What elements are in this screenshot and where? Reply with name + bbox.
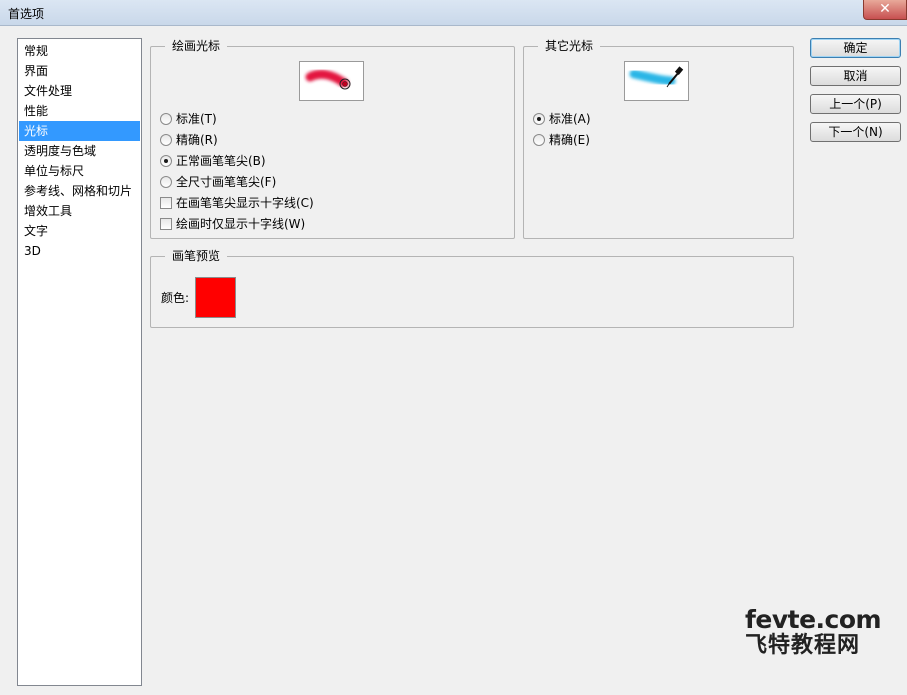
eyedropper-stroke-icon — [629, 66, 684, 88]
brush-preview-group: 画笔预览 颜色: — [150, 249, 794, 328]
next-button[interactable]: 下一个(N) — [810, 122, 901, 142]
window-title: 首选项 — [8, 7, 45, 21]
checkbox-crosshair-while-painting[interactable] — [160, 218, 172, 230]
crosshair-while-painting-label: 绘画时仅显示十字线(W) — [176, 217, 306, 231]
watermark-domain: fevte.com — [745, 605, 882, 634]
sidebar-item-transparency-gamut[interactable]: 透明度与色域 — [19, 141, 140, 161]
other-standard-label: 标准(A) — [549, 112, 591, 126]
previous-button[interactable]: 上一个(P) — [810, 94, 901, 114]
sidebar-item-guides-grid-slices[interactable]: 参考线、网格和切片 — [19, 181, 140, 201]
radio-precise-e[interactable] — [533, 134, 545, 146]
sidebar-item-units-rulers[interactable]: 单位与标尺 — [19, 161, 140, 181]
sidebar-item-plugins[interactable]: 增效工具 — [19, 201, 140, 221]
radio-normal-brush-tip[interactable] — [160, 155, 172, 167]
dialog-body: 常规 界面 文件处理 性能 光标 透明度与色域 单位与标尺 参考线、网格和切片 … — [0, 26, 907, 695]
painting-cursor-preview — [299, 61, 364, 101]
other-cursors-legend: 其它光标 — [538, 39, 601, 53]
painting-cursors-legend: 绘画光标 — [165, 39, 228, 53]
painting-full-size-tip-label: 全尺寸画笔笔尖(F) — [176, 175, 277, 189]
radio-precise-r[interactable] — [160, 134, 172, 146]
show-crosshair-label: 在画笔笔尖显示十字线(C) — [176, 196, 314, 210]
category-list[interactable]: 常规 界面 文件处理 性能 光标 透明度与色域 单位与标尺 参考线、网格和切片 … — [17, 38, 142, 686]
painting-standard-label: 标准(T) — [176, 112, 217, 126]
sidebar-item-type[interactable]: 文字 — [19, 221, 140, 241]
painting-normal-tip-label: 正常画笔笔尖(B) — [176, 154, 266, 168]
radio-standard-a[interactable] — [533, 113, 545, 125]
close-button[interactable]: ✕ — [863, 0, 907, 20]
ok-button[interactable]: 确定 — [810, 38, 901, 58]
sidebar-item-file-handling[interactable]: 文件处理 — [19, 81, 140, 101]
painting-cursors-group: 绘画光标 标准(T) 精确(R) 正常画笔笔尖(B) 全尺寸画笔笔尖(F) 在画… — [150, 39, 515, 239]
sidebar-item-interface[interactable]: 界面 — [19, 61, 140, 81]
brush-preview-legend: 画笔预览 — [165, 249, 228, 263]
sidebar-item-general[interactable]: 常规 — [19, 41, 140, 61]
close-icon: ✕ — [879, 1, 891, 17]
sidebar-item-3d[interactable]: 3D — [19, 241, 140, 261]
painting-precise-label: 精确(R) — [176, 133, 218, 147]
cancel-button[interactable]: 取消 — [810, 66, 901, 86]
sidebar-item-cursors[interactable]: 光标 — [19, 121, 140, 141]
sidebar-item-performance[interactable]: 性能 — [19, 101, 140, 121]
title-bar: 首选项 ✕ — [0, 0, 907, 26]
watermark-site-name: 飞特教程网 — [745, 633, 861, 658]
other-precise-label: 精确(E) — [549, 133, 590, 147]
other-cursors-group: 其它光标 标准(A) 精确(E) — [523, 39, 794, 239]
watermark: fevte.com 飞特教程网 — [745, 606, 903, 658]
brush-color-swatch[interactable] — [195, 277, 236, 318]
red-brush-stroke-icon — [305, 69, 351, 90]
checkbox-show-crosshair[interactable] — [160, 197, 172, 209]
other-cursor-preview — [624, 61, 689, 101]
color-label: 颜色: — [161, 291, 190, 305]
radio-full-size-brush-tip[interactable] — [160, 176, 172, 188]
radio-standard-t[interactable] — [160, 113, 172, 125]
